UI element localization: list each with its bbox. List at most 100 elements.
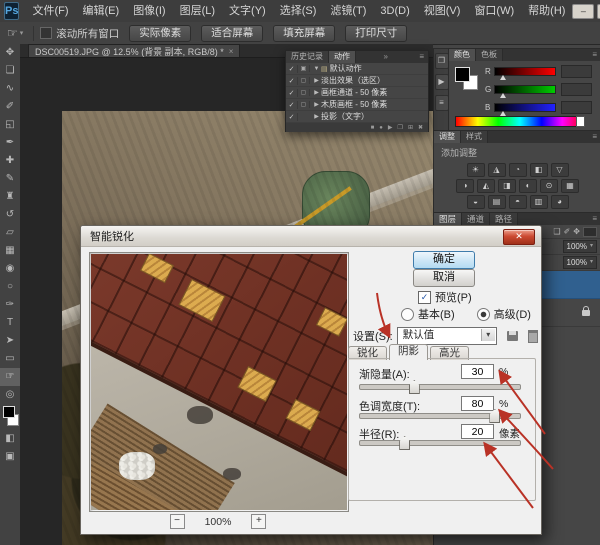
panel-menu-icon[interactable]: ≡ [588,49,600,61]
menu-select[interactable]: 选择(S) [273,0,324,22]
new-action-icon[interactable]: ⊞ [408,124,413,131]
type-tool-icon[interactable]: T [0,314,20,332]
filter-toggle[interactable] [583,227,597,237]
close-icon[interactable]: × [229,47,234,56]
expand-icon[interactable]: ▶ [312,77,321,84]
channel-mixer-icon[interactable]: ⊙ [540,179,558,193]
delete-settings-icon[interactable] [528,330,538,343]
menu-view[interactable]: 视图(V) [417,0,468,22]
quick-selection-tool-icon[interactable]: ✐ [0,98,20,116]
levels-icon[interactable]: ◮ [488,163,506,177]
black-white-icon[interactable]: ◨ [498,179,516,193]
foreground-color-swatch[interactable] [455,67,470,82]
threshold-icon[interactable]: ◓ [509,195,527,209]
marquee-tool-icon[interactable]: ❏ [0,62,20,80]
spectrum-white-swatch[interactable] [576,116,585,127]
fill-screen-button[interactable]: 填充屏幕 [273,25,335,42]
eyedropper-tool-icon[interactable]: ✒ [0,134,20,152]
posterize-icon[interactable]: ▤ [488,195,506,209]
check-icon[interactable]: ✓ [286,77,298,85]
move-tool-icon[interactable]: ✥ [0,44,20,62]
hue-saturation-icon[interactable]: ◑ [456,179,474,193]
brightness-contrast-icon[interactable]: ☀ [467,163,485,177]
screen-mode-icon[interactable]: ▣ [0,448,20,466]
cancel-button[interactable]: 取消 [413,269,475,287]
panel-menu-icon[interactable]: ≡ [588,131,600,143]
check-icon[interactable]: ✓ [286,113,298,121]
filter-pixel-icon[interactable]: ❑ [553,227,560,236]
opacity-value[interactable]: 100%▾ [563,240,597,253]
delete-icon[interactable]: ✖ [418,124,423,131]
tab-color[interactable]: 颜色 [449,49,476,61]
slider-thumb[interactable] [500,75,506,80]
gradient-tool-icon[interactable]: ▦ [0,242,20,260]
check-icon[interactable]: ✓ [286,65,298,73]
tonal-width-slider[interactable] [359,413,521,419]
chevron-down-icon[interactable]: ▾ [481,329,495,341]
quick-mask-icon[interactable]: ◧ [0,430,20,448]
zoom-out-button[interactable]: − [170,514,185,529]
vibrance-icon[interactable]: ▽ [551,163,569,177]
color-balance-icon[interactable]: ◭ [477,179,495,193]
blue-value-field[interactable] [561,101,592,114]
invert-icon[interactable]: ◒ [467,195,485,209]
brush-tool-icon[interactable]: ✎ [0,170,20,188]
fit-screen-button[interactable]: 适合屏幕 [201,25,263,42]
save-settings-icon[interactable] [507,331,518,341]
menu-layer[interactable]: 图层(L) [173,0,222,22]
action-row[interactable]: ✓ ▶ 投影（文字） [286,111,428,123]
play-icon[interactable]: ▶ [388,124,393,131]
tab-styles[interactable]: 样式 [461,131,488,143]
action-row[interactable]: ✓ ▢ ▶ 画框通道 - 50 像素 [286,87,428,99]
zoom-tool-icon[interactable]: ◎ [0,386,20,404]
shape-tool-icon[interactable]: ▭ [0,350,20,368]
slider-thumb[interactable] [409,380,420,394]
menu-help[interactable]: 帮助(H) [521,0,572,22]
photo-filter-icon[interactable]: ◐ [519,179,537,193]
foreground-color-swatch[interactable] [3,406,15,418]
menu-image[interactable]: 图像(I) [126,0,172,22]
tonal-width-field[interactable] [461,396,494,411]
fade-amount-field[interactable] [461,364,494,379]
filter-type-icon[interactable]: ✥ [573,227,580,236]
slider-thumb[interactable] [500,93,506,98]
lasso-tool-icon[interactable]: ∿ [0,80,20,98]
panel-menu-icon[interactable]: ≡ [588,213,600,225]
tab-actions[interactable]: 动作 [329,51,356,63]
new-set-icon[interactable]: ❐ [398,124,403,131]
print-size-button[interactable]: 打印尺寸 [345,25,407,42]
dialog-title-bar[interactable]: 智能锐化 ✕ [81,226,541,247]
eraser-tool-icon[interactable]: ▱ [0,224,20,242]
tab-swatches[interactable]: 色板 [476,49,503,61]
green-slider[interactable] [494,85,556,94]
tab-shadow[interactable]: 阴影 [389,344,428,360]
red-value-field[interactable] [561,65,592,78]
history-panel-icon[interactable]: ❐ [435,53,449,69]
action-row[interactable]: ✓ ▢ ▶ 木质画框 - 50 像素 [286,99,428,111]
chevron-down-icon[interactable]: ▾ [20,29,24,37]
slider-thumb[interactable] [500,111,506,116]
color-lookup-icon[interactable]: ▦ [561,179,579,193]
fill-value[interactable]: 100%▾ [563,256,597,269]
fade-amount-slider[interactable] [359,384,521,390]
scroll-all-windows-checkbox[interactable] [40,27,52,39]
menu-window[interactable]: 窗口(W) [467,0,521,22]
menu-file[interactable]: 文件(F) [25,0,75,22]
slider-thumb[interactable] [489,409,500,423]
action-row[interactable]: ✓ ▣ ▼ ▤ 默认动作 [286,63,428,75]
check-icon[interactable]: ✓ [286,89,298,97]
selective-color-icon[interactable]: ◕ [551,195,569,209]
history-brush-tool-icon[interactable]: ↺ [0,206,20,224]
action-row[interactable]: ✓ ▢ ▶ 淡出效果（选区） [286,75,428,87]
ok-button[interactable]: 确定 [413,251,475,269]
dialog-toggle-icon[interactable]: ▣ [298,65,310,72]
slider-thumb[interactable] [399,436,410,450]
dodge-tool-icon[interactable]: ○ [0,278,20,296]
expand-icon[interactable]: ▼ [312,66,321,72]
menu-3d[interactable]: 3D(D) [373,0,416,22]
zoom-in-button[interactable]: + [251,514,266,529]
check-icon[interactable]: ✓ [286,101,298,109]
minimize-button[interactable]: – [572,4,594,19]
exposure-icon[interactable]: ◧ [530,163,548,177]
dialog-close-button[interactable]: ✕ [503,229,535,245]
